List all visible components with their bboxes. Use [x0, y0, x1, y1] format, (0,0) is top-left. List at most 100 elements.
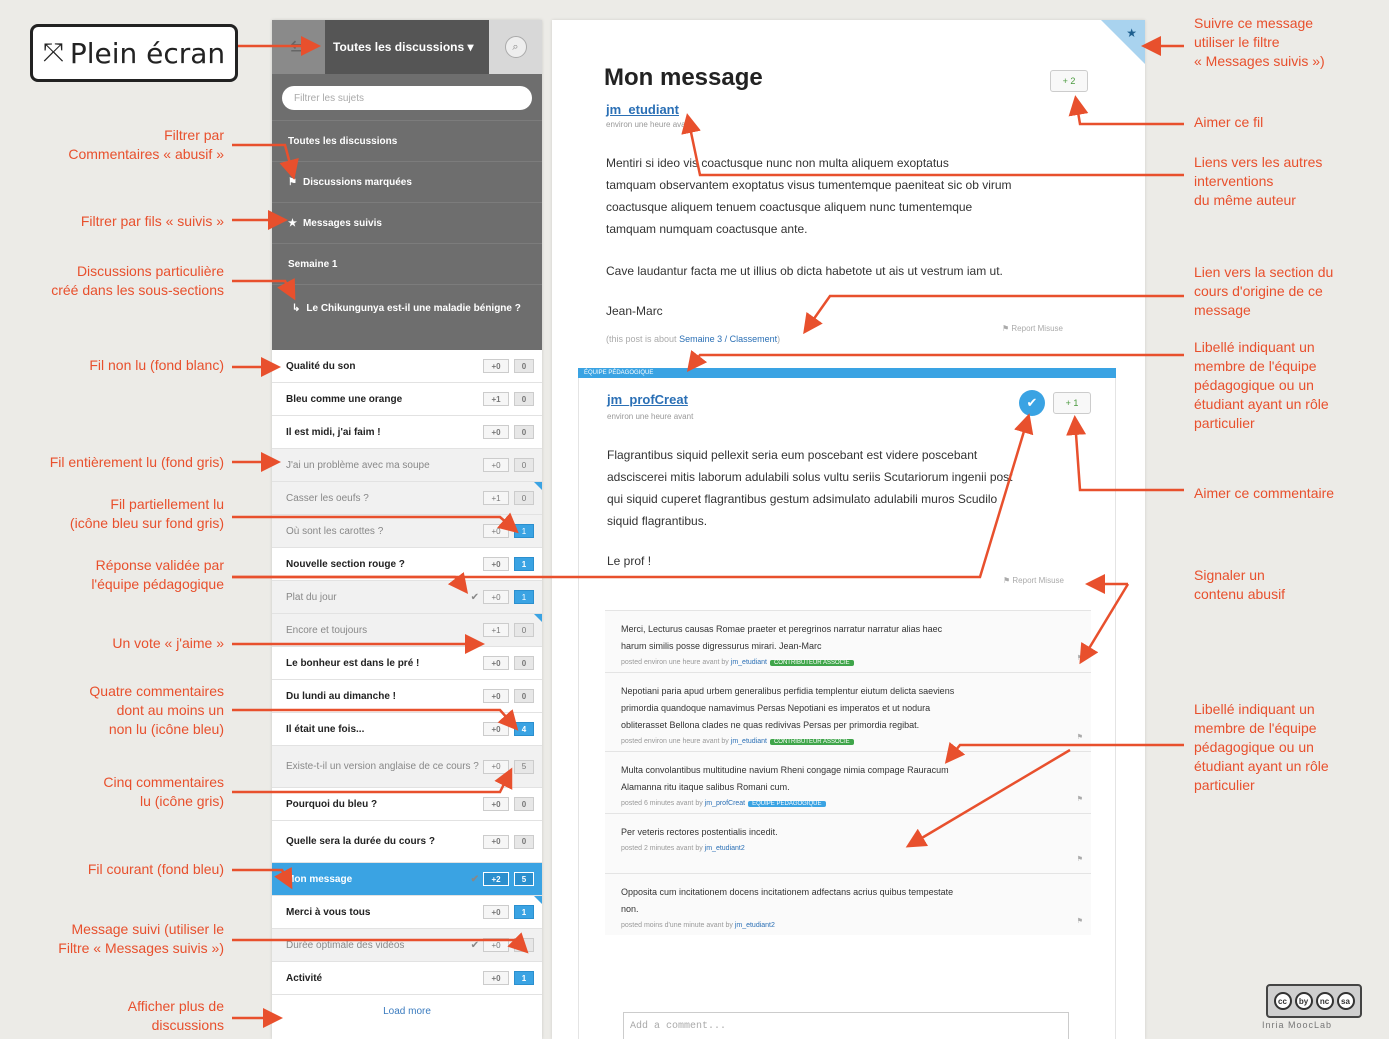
thread-votes: +1 [483, 491, 509, 505]
sidebar-menu-item[interactable]: Toutes les discussions [272, 120, 542, 161]
flag-icon[interactable]: ⚑ [1077, 733, 1083, 741]
thread-row[interactable]: Il était une fois... +0 4 [272, 713, 542, 746]
comment-author-link[interactable]: jm_etudiant2 [735, 922, 775, 929]
comment-author-link[interactable]: jm_etudiant [731, 738, 767, 745]
comment-author-link[interactable]: jm_etudiant2 [705, 845, 745, 852]
about-suffix: ) [777, 334, 781, 344]
comment-text: Merci, Lecturus causas Romae praeter et … [621, 624, 943, 651]
thread-row[interactable]: Du lundi au dimanche ! +0 0 [272, 680, 542, 713]
menu-item-icon: ★ [288, 217, 297, 229]
license-by-icon: by [1294, 992, 1313, 1010]
comment-count-icon: 1 [514, 590, 534, 604]
thread-row[interactable]: Où sont les carottes ? +0 1 [272, 515, 542, 548]
comment-text: Nepotiani paria apud urbem generalibus p… [621, 686, 955, 730]
cc-license-logo: cc by nc sa [1266, 984, 1362, 1018]
thread-row[interactable]: Pourquoi du bleu ? +0 0 [272, 788, 542, 821]
comment-count-icon: 1 [514, 905, 534, 919]
back-arrows-icon[interactable]: ⇆ [272, 20, 325, 74]
thread-votes: +0 [483, 759, 509, 774]
follow-post-toggle[interactable] [1101, 20, 1145, 64]
thread-votes: +0 [483, 971, 509, 985]
thread-votes: +0 [483, 797, 509, 811]
annotation-right: Libellé indiquant un membre de l'équipe … [1194, 339, 1329, 431]
star-icon[interactable]: ★ [1126, 26, 1137, 40]
license-cc-icon: cc [1273, 992, 1292, 1010]
about-prefix: (this post is about [606, 334, 677, 344]
post-author-link[interactable]: jm_etudiant [606, 102, 679, 117]
annotation-left: Discussions particulière créé dans les s… [51, 263, 224, 298]
comment-meta-text: posted 6 minutes avant by [621, 800, 703, 807]
endorsed-check-icon: ✔ [470, 873, 479, 885]
thread-title: Mon message [286, 873, 353, 885]
thread-row[interactable]: Qualité du son +0 0 [272, 350, 542, 383]
thread-row[interactable]: Merci à vous tous +0 1 [272, 896, 542, 929]
thread-title: Activité [286, 972, 323, 984]
annotation-left: Cinq commentaires lu (icône gris) [103, 774, 224, 809]
like-thread-button[interactable]: + 2 [1050, 70, 1088, 92]
expand-arrows-icon: ⤧ [43, 37, 64, 68]
flag-icon[interactable]: ⚑ [1077, 855, 1083, 863]
thread-row[interactable]: J'ai un problème avec ma soupe +0 0 [272, 449, 542, 482]
thread-row[interactable]: Le bonheur est dans le pré ! +0 0 [272, 647, 542, 680]
annotation-left: Filtrer par fils « suivis » [80, 213, 224, 229]
menu-item-label: Messages suivis [302, 217, 382, 229]
sidebar-menu-item[interactable]: ⚑ Discussions marquées [272, 161, 542, 202]
response-author-link[interactable]: jm_profCreat [607, 392, 688, 407]
thread-row[interactable]: Plat du jour ✔ +0 1 [272, 581, 542, 614]
annotation-left: Fil courant (fond bleu) [87, 861, 224, 877]
flag-icon[interactable]: ⚑ [1077, 654, 1083, 662]
all-discussions-dropdown[interactable]: Toutes les discussions ▾ [325, 20, 489, 74]
fullscreen-badge[interactable]: ⤧ Plein écran [30, 24, 238, 82]
thread-row[interactable]: Nouvelle section rouge ? +0 1 [272, 548, 542, 581]
sidebar-menu-item[interactable]: ★ Messages suivis [272, 202, 542, 243]
annotation-left: Fil entièrement lu (fond gris) [49, 454, 224, 470]
thread-row[interactable]: Existe-t-il un version anglaise de ce co… [272, 746, 542, 788]
course-section-link[interactable]: Semaine 3 / Classement [679, 334, 777, 344]
add-comment-input[interactable]: Add a comment... [623, 1012, 1069, 1039]
filter-topics-input[interactable]: Filtrer les sujets [282, 86, 532, 110]
comment-meta: posted environ une heure avant by jm_etu… [621, 659, 1075, 666]
thread-row[interactable]: Durée optimale des vidéos ✔ +0 1 [272, 929, 542, 962]
followed-corner-icon [534, 863, 542, 871]
thread-title: Du lundi au dimanche ! [286, 690, 397, 702]
sidebar-menu-item[interactable]: ↳ Le Chikungunya est-il une maladie bénig… [272, 284, 542, 332]
thread-title: Durée optimale des vidéos [286, 939, 405, 951]
thread-row[interactable]: Quelle sera la durée du cours ? +0 0 [272, 821, 542, 863]
post-panel: ★ Mon message + 2 jm_etudiant environ un… [552, 20, 1145, 1039]
thread-row[interactable]: Il est midi, j'ai faim ! +0 0 [272, 416, 542, 449]
thread-votes: +0 [483, 834, 509, 849]
thread-row[interactable]: Activité +0 1 [272, 962, 542, 995]
load-more-link[interactable]: Load more [272, 995, 542, 1027]
thread-row[interactable]: Bleu comme une orange +1 0 [272, 383, 542, 416]
endorsed-check-icon[interactable]: ✔ [1019, 390, 1045, 416]
comment-meta-text: posted 2 minutes avant by [621, 845, 703, 852]
flag-icon[interactable]: ⚑ [1077, 795, 1083, 803]
post-signature: Jean-Marc [606, 304, 663, 318]
search-button[interactable]: ⌕ [489, 20, 542, 74]
thread-row[interactable]: Mon message ✔ +2 5 [272, 863, 542, 896]
thread-votes: +0 [483, 722, 509, 736]
comment-meta: posted 2 minutes avant by jm_etudiant2 [621, 845, 1075, 852]
post-paragraph-2: Cave laudantur facta me ut illius ob dic… [606, 264, 1003, 278]
comment-text: Per veteris rectores postentialis incedi… [621, 827, 778, 837]
sidebar-menu-item[interactable]: Semaine 1 [272, 243, 542, 284]
post-about: (this post is about Semaine 3 / Classeme… [606, 334, 780, 344]
report-misuse-link[interactable]: ⚑ Report Misuse [1003, 576, 1064, 585]
license-nc-icon: nc [1315, 992, 1334, 1010]
thread-votes: +1 [483, 392, 509, 406]
like-comment-button[interactable]: + 1 [1053, 392, 1091, 414]
report-misuse-link[interactable]: ⚑ Report Misuse [1002, 324, 1063, 333]
comment-count-icon: 0 [514, 392, 534, 406]
flag-icon[interactable]: ⚑ [1077, 917, 1083, 925]
annotation-right: Lien vers la section du cours d'origine … [1194, 264, 1334, 318]
response-signature: Le prof ! [607, 554, 652, 568]
comment-count-icon: 0 [514, 458, 534, 472]
comment-count-icon: 0 [514, 834, 534, 849]
thread-row[interactable]: Casser les oeufs ? +1 0 [272, 482, 542, 515]
comment-author-link[interactable]: jm_profCreat [705, 800, 745, 807]
followed-corner-icon [534, 896, 542, 904]
thread-row[interactable]: Encore et toujours +1 0 [272, 614, 542, 647]
annotation-left: Quatre commentaires dont au moins un non… [89, 683, 224, 737]
comment-author-link[interactable]: jm_etudiant [731, 659, 767, 666]
comment-count-icon: 1 [514, 938, 534, 952]
